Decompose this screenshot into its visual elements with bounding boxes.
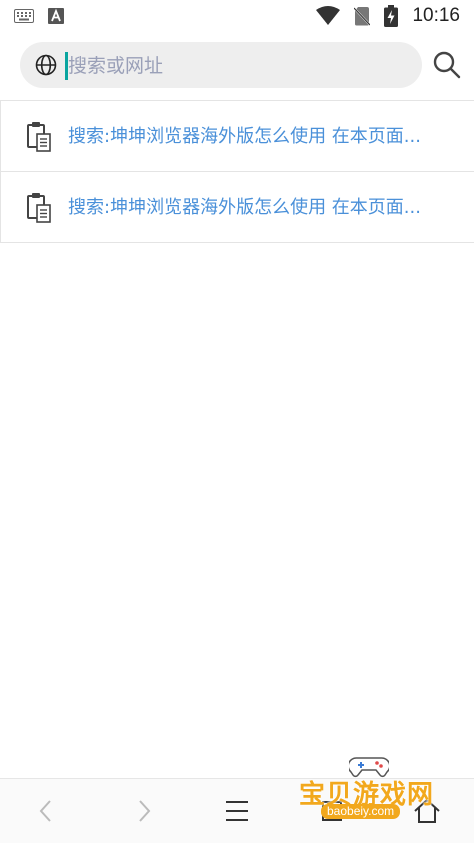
menu-icon[interactable]	[219, 793, 255, 829]
suggestion-item[interactable]: 搜索:坤坤浏览器海外版怎么使用 在本页面...	[0, 171, 474, 243]
status-bar: 10:16	[0, 0, 474, 32]
globe-icon	[35, 54, 57, 76]
suggestion-item[interactable]: 搜索:坤坤浏览器海外版怎么使用 在本页面...	[0, 100, 474, 172]
gamepad-icon	[349, 757, 389, 778]
status-left	[14, 8, 64, 24]
battery-charging-icon	[384, 5, 399, 27]
suggestion-text: 搜索:坤坤浏览器海外版怎么使用 在本页面...	[68, 126, 421, 147]
suggestion-list: 搜索:坤坤浏览器海外版怎么使用 在本页面... 搜索:坤坤浏览器海外版怎么使用 …	[0, 100, 474, 243]
search-icon[interactable]	[430, 48, 464, 82]
clipboard-icon	[27, 193, 51, 223]
forward-icon[interactable]	[126, 793, 162, 829]
search-input[interactable]	[66, 46, 410, 86]
tabs-icon[interactable]	[314, 793, 350, 829]
no-sim-icon	[354, 7, 371, 26]
keyboard-icon	[14, 9, 34, 23]
suggestion-text: 搜索:坤坤浏览器海外版怎么使用 在本页面...	[68, 197, 421, 218]
status-time: 10:16	[412, 5, 460, 26]
a-badge-icon	[48, 8, 64, 24]
wifi-icon	[316, 6, 341, 25]
bottom-nav	[0, 778, 474, 843]
back-icon[interactable]	[28, 793, 64, 829]
search-bar	[0, 40, 474, 90]
clipboard-icon	[27, 122, 51, 152]
address-bar[interactable]	[20, 42, 422, 88]
home-icon[interactable]	[409, 793, 445, 829]
status-right: 10:16	[316, 5, 460, 27]
